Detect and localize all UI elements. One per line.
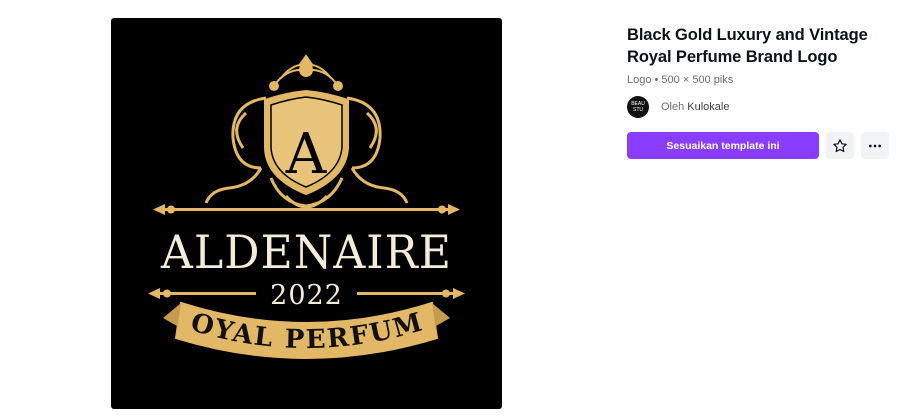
more-horizontal-icon bbox=[869, 144, 881, 147]
svg-text:ROYAL PERFUME: ROYAL PERFUME bbox=[111, 18, 427, 355]
action-row: Sesuaikan template ini bbox=[627, 132, 889, 159]
favorite-button[interactable] bbox=[826, 132, 854, 159]
logo-ribbon-text: ROYAL PERFUME bbox=[111, 18, 425, 355]
customize-template-button[interactable]: Sesuaikan template ini bbox=[627, 132, 819, 159]
author-row[interactable]: BEAU STU Oleh Kulokale bbox=[627, 96, 889, 118]
author-name-link[interactable]: Kulokale bbox=[687, 101, 729, 113]
author-prefix: Oleh bbox=[661, 101, 685, 113]
more-options-button[interactable] bbox=[861, 132, 889, 159]
template-details-panel: Black Gold Luxury and Vintage Royal Perf… bbox=[627, 24, 889, 159]
star-icon bbox=[833, 138, 847, 152]
ribbon-text-layer: ROYAL PERFUME bbox=[111, 18, 427, 355]
template-meta: Logo • 500 × 500 piks bbox=[627, 74, 734, 86]
template-preview-image[interactable]: A ALDENAIRE 2022 ROYAL PERFUME bbox=[111, 18, 502, 409]
template-title: Black Gold Luxury and Vintage Royal Perf… bbox=[627, 26, 868, 66]
author-avatar[interactable]: BEAU STU bbox=[627, 96, 649, 118]
